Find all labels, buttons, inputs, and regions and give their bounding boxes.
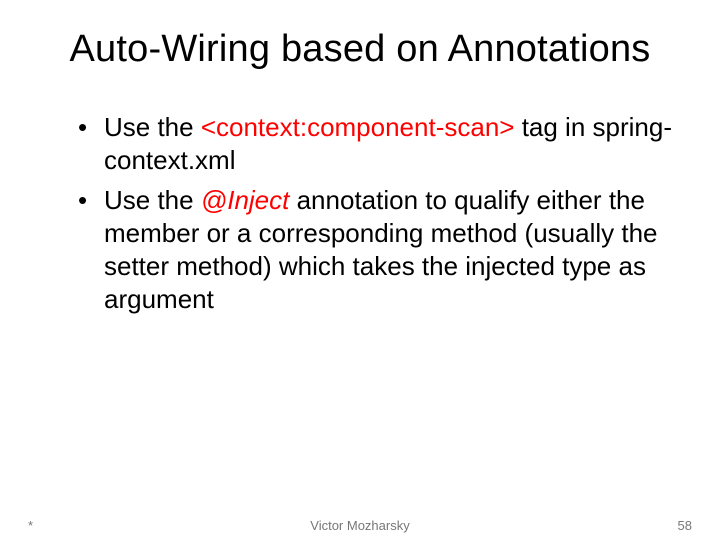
footer-right: 58 [678, 518, 692, 533]
list-item: Use the @Inject annotation to qualify ei… [100, 184, 680, 317]
bullet-list: Use the <context:component-scan> tag in … [40, 111, 680, 317]
text: Use the [104, 185, 201, 215]
slide-title: Auto-Wiring based on Annotations [0, 0, 720, 81]
highlight-text: <context:component-scan> [201, 112, 515, 142]
text: Use the [104, 112, 201, 142]
highlight-text: @Inject [201, 185, 290, 215]
footer-center: Victor Mozharsky [0, 518, 720, 533]
list-item: Use the <context:component-scan> tag in … [100, 111, 680, 178]
slide: Auto-Wiring based on Annotations Use the… [0, 0, 720, 540]
content-area: Use the <context:component-scan> tag in … [0, 81, 720, 317]
